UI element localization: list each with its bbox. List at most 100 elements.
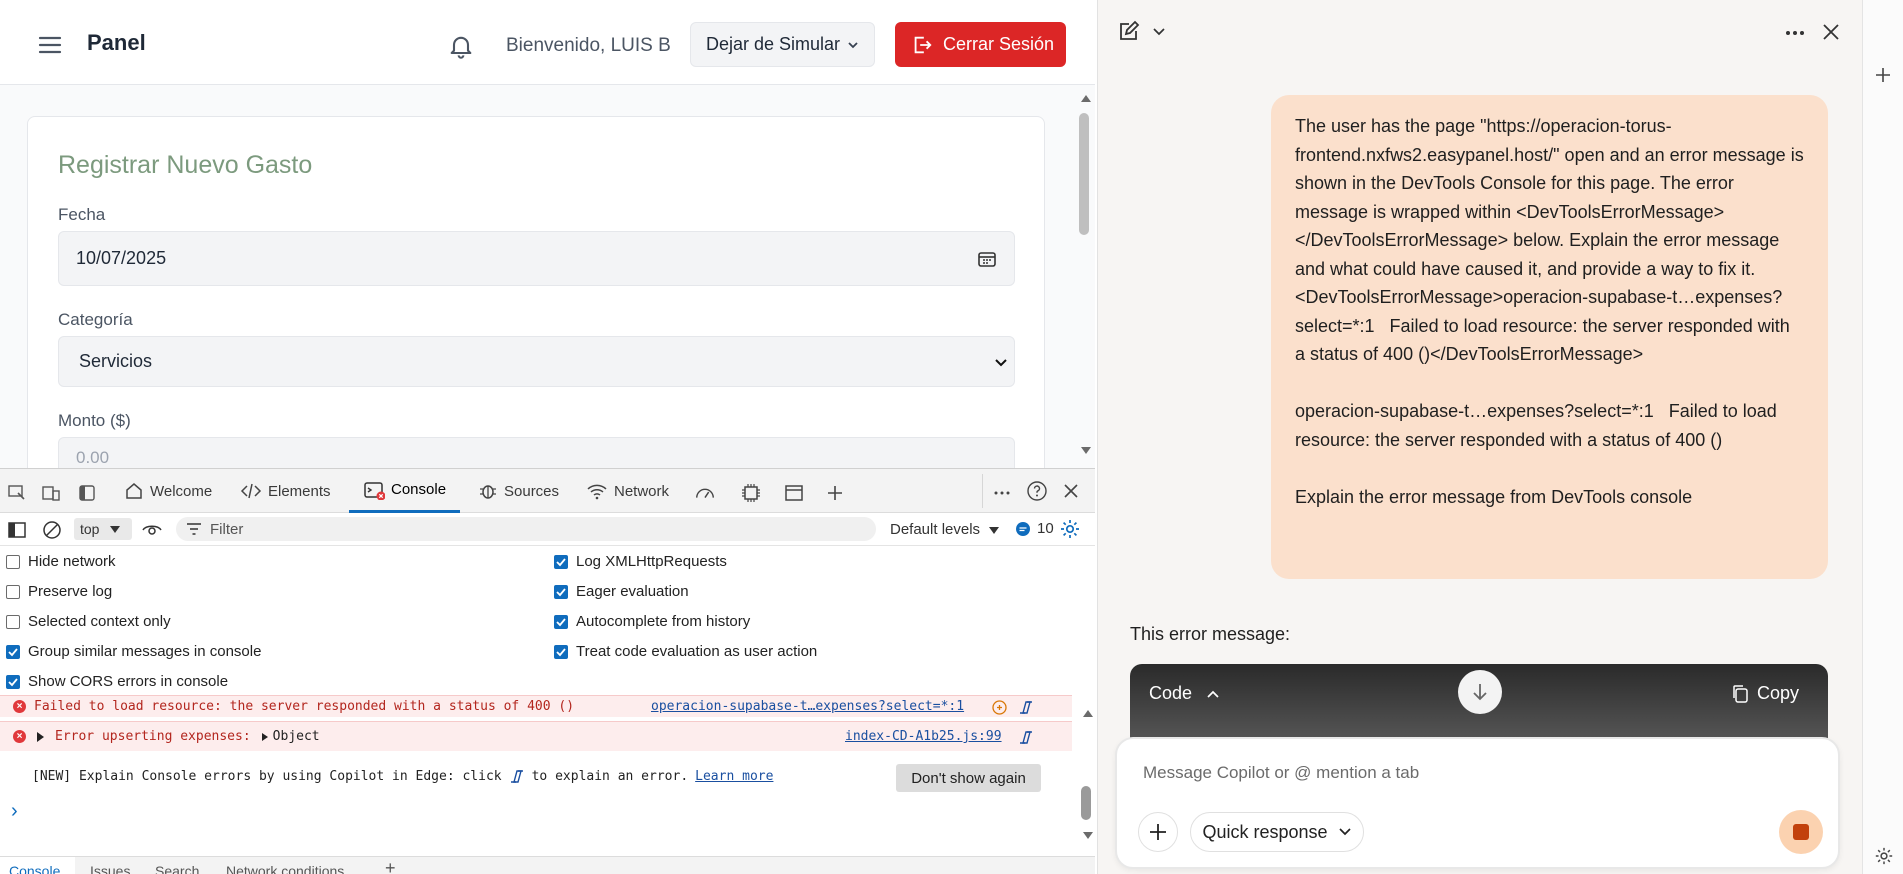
drawer-tab-console[interactable]: Console bbox=[0, 857, 75, 874]
code-collapse-toggle[interactable]: Code bbox=[1149, 683, 1220, 704]
checkbox[interactable] bbox=[6, 614, 20, 629]
checkbox[interactable] bbox=[6, 584, 20, 599]
stop-generating-button[interactable] bbox=[1779, 810, 1823, 854]
error-source-link[interactable]: operacion-supabase-t…expenses?select=*:1 bbox=[651, 699, 964, 714]
calendar-icon[interactable] bbox=[977, 249, 997, 269]
live-expression-eye-icon[interactable] bbox=[141, 519, 163, 541]
checkbox-checked[interactable] bbox=[6, 674, 20, 689]
console-filter-input[interactable]: Filter bbox=[176, 517, 876, 541]
issues-count: 10 bbox=[1037, 520, 1054, 537]
error-message: Failed to load resource: the server resp… bbox=[34, 699, 575, 714]
scroll-down-arrow[interactable] bbox=[1080, 446, 1092, 456]
copilot-explain-icon[interactable] bbox=[1018, 730, 1034, 745]
add-app-plus-icon[interactable] bbox=[1874, 66, 1892, 84]
tab-sources-label: Sources bbox=[504, 482, 560, 500]
setting-group-similar[interactable]: Group similar messages in console bbox=[6, 643, 261, 660]
more-tools-plus-icon[interactable] bbox=[824, 482, 846, 504]
console-error-row[interactable]: × Error upserting expenses: Object index… bbox=[0, 721, 1072, 751]
copilot-tip: [NEW] Explain Console errors by using Co… bbox=[32, 769, 773, 784]
console-error-row[interactable]: × Failed to load resource: the server re… bbox=[0, 695, 1072, 717]
code-icon bbox=[240, 483, 262, 499]
console-prompt[interactable]: › bbox=[11, 800, 18, 823]
add-drawer-tab-icon[interactable]: + bbox=[385, 858, 396, 874]
attach-plus-button[interactable] bbox=[1138, 812, 1178, 852]
setting-autocomplete[interactable]: Autocomplete from history bbox=[554, 613, 750, 630]
error-object[interactable]: Object bbox=[273, 729, 320, 744]
date-field[interactable]: 10/07/2025 bbox=[58, 231, 1015, 286]
tab-network[interactable]: Network bbox=[586, 469, 669, 513]
message-icon bbox=[1016, 521, 1030, 536]
stop-simulating-label: Dejar de Simular bbox=[706, 34, 841, 54]
setting-treat-code-eval[interactable]: Treat code evaluation as user action bbox=[554, 643, 817, 660]
checkbox-checked[interactable] bbox=[554, 614, 568, 629]
help-icon[interactable] bbox=[1026, 480, 1048, 502]
setting-eager-eval[interactable]: Eager evaluation bbox=[554, 583, 689, 600]
error-source-link[interactable]: index-CD-A1b25.js:99 bbox=[845, 729, 1002, 744]
issues-counter[interactable]: 10 bbox=[1015, 520, 1054, 537]
tab-console[interactable]: Console bbox=[349, 469, 461, 513]
application-icon[interactable] bbox=[783, 482, 805, 504]
console-scroll-up[interactable] bbox=[1082, 708, 1094, 718]
context-selector[interactable]: top bbox=[74, 518, 132, 540]
drawer-tab-network-conditions[interactable]: Network conditions bbox=[226, 863, 344, 874]
inspect-element-icon[interactable] bbox=[6, 482, 28, 504]
device-toolbar-icon[interactable] bbox=[40, 482, 62, 504]
setting-label: Group similar messages in console bbox=[28, 643, 262, 660]
expand-object-icon[interactable] bbox=[261, 732, 269, 742]
drawer-tab-search[interactable]: Search bbox=[155, 863, 199, 874]
scroll-to-bottom-button[interactable] bbox=[1458, 670, 1502, 714]
plus-icon bbox=[1150, 824, 1166, 840]
menu-icon[interactable] bbox=[36, 30, 66, 60]
expand-triangle-icon[interactable] bbox=[36, 731, 45, 743]
setting-log-xhr[interactable]: Log XMLHttpRequests bbox=[554, 553, 727, 570]
stop-simulating-dropdown[interactable]: Dejar de Simular bbox=[690, 22, 875, 67]
more-options-icon[interactable] bbox=[1785, 30, 1805, 36]
more-options-icon[interactable] bbox=[991, 482, 1013, 504]
dock-side-icon[interactable] bbox=[76, 482, 98, 504]
network-request-icon[interactable] bbox=[992, 700, 1007, 715]
sidebar-settings-gear-icon[interactable] bbox=[1874, 846, 1894, 866]
copy-icon bbox=[1733, 684, 1748, 703]
log-levels-dropdown[interactable]: Default levels bbox=[890, 521, 1000, 538]
setting-preserve-log[interactable]: Preserve log bbox=[6, 583, 112, 600]
category-select[interactable]: Servicios bbox=[58, 336, 1015, 387]
copilot-explain-icon[interactable] bbox=[1018, 700, 1034, 715]
page-scrollbar-thumb[interactable] bbox=[1079, 113, 1089, 235]
chevron-up-icon bbox=[1207, 690, 1219, 698]
checkbox-checked[interactable] bbox=[554, 554, 568, 569]
setting-label: Hide network bbox=[28, 553, 116, 570]
error-icon: × bbox=[13, 700, 26, 713]
sidebar-toggle-icon[interactable] bbox=[6, 519, 28, 541]
setting-show-cors[interactable]: Show CORS errors in console bbox=[6, 673, 228, 690]
bell-icon[interactable] bbox=[447, 32, 475, 60]
checkbox-checked[interactable] bbox=[554, 644, 568, 659]
close-devtools-icon[interactable] bbox=[1060, 480, 1082, 502]
response-mode-dropdown[interactable]: Quick response bbox=[1190, 812, 1364, 852]
chevron-down-icon[interactable] bbox=[1152, 27, 1166, 37]
new-chat-icon[interactable] bbox=[1116, 20, 1140, 44]
tab-sources[interactable]: Sources bbox=[478, 469, 559, 513]
memory-icon[interactable] bbox=[740, 482, 762, 504]
composer-placeholder[interactable]: Message Copilot or @ mention a tab bbox=[1143, 763, 1419, 783]
setting-hide-network[interactable]: Hide network bbox=[6, 553, 116, 570]
checkbox[interactable] bbox=[6, 554, 20, 569]
close-icon[interactable] bbox=[1822, 23, 1840, 41]
setting-label: Eager evaluation bbox=[576, 583, 689, 600]
dont-show-again-button[interactable]: Don't show again bbox=[896, 764, 1041, 792]
tab-welcome[interactable]: Welcome bbox=[124, 469, 212, 513]
console-scroll-down[interactable] bbox=[1082, 831, 1094, 841]
tab-elements[interactable]: Elements bbox=[240, 469, 331, 513]
scroll-up-arrow[interactable] bbox=[1080, 93, 1092, 103]
checkbox-checked[interactable] bbox=[6, 644, 20, 659]
setting-label: Autocomplete from history bbox=[576, 613, 751, 630]
drawer-tab-issues[interactable]: Issues bbox=[90, 863, 130, 874]
console-settings-gear-icon[interactable] bbox=[1059, 518, 1081, 540]
setting-selected-context-only[interactable]: Selected context only bbox=[6, 613, 171, 630]
clear-console-icon[interactable] bbox=[41, 519, 63, 541]
performance-icon[interactable] bbox=[694, 482, 716, 504]
console-scrollbar-thumb[interactable] bbox=[1081, 786, 1091, 820]
checkbox-checked[interactable] bbox=[554, 584, 568, 599]
logout-button[interactable]: Cerrar Sesión bbox=[895, 22, 1066, 67]
copy-code-button[interactable]: Copy bbox=[1731, 683, 1799, 704]
learn-more-link[interactable]: Learn more bbox=[695, 769, 773, 784]
